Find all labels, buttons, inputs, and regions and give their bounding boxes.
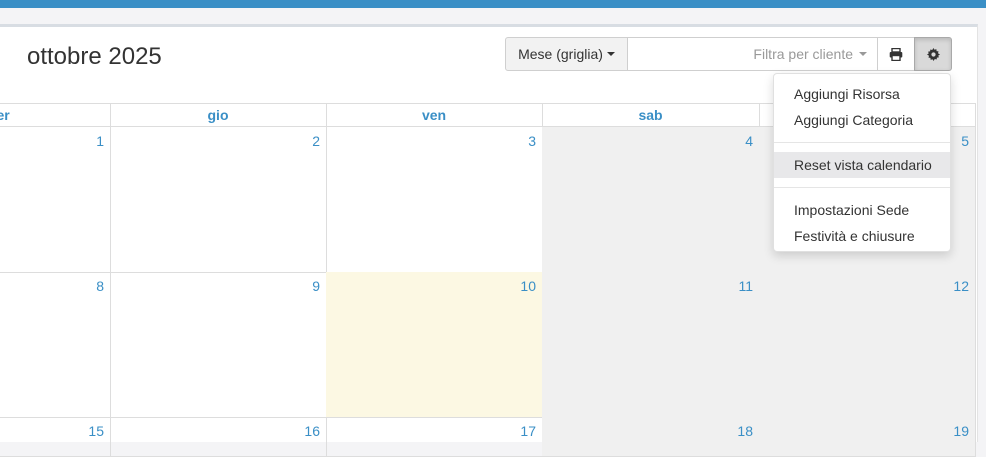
day-number[interactable]: 12 [953,278,969,294]
day-header-wed: mer [0,103,111,127]
day-number[interactable]: 5 [961,133,969,149]
client-filter-select[interactable]: Filtra per cliente [627,37,878,71]
day-cell[interactable]: 2 [110,127,327,273]
day-number[interactable]: 11 [738,278,753,294]
day-cell[interactable]: 18 [542,417,760,457]
caret-down-icon [859,52,867,56]
day-cell[interactable]: 1 [0,127,111,273]
menu-item-add-resource[interactable]: Aggiungi Risorsa [774,81,950,107]
day-number[interactable]: 4 [745,133,753,149]
day-cell[interactable]: 16 [110,417,327,457]
caret-down-icon [606,52,615,56]
settings-dropdown-menu: Aggiungi Risorsa Aggiungi Categoria Rese… [773,73,951,252]
day-header-sat: sab [542,103,760,127]
day-cell[interactable]: 12 [759,272,976,418]
print-icon [889,47,903,61]
day-cell[interactable]: 11 [542,272,760,418]
menu-item-add-category[interactable]: Aggiungi Categoria [774,107,950,133]
day-number[interactable]: 18 [737,423,753,439]
day-number[interactable]: 10 [520,278,536,294]
day-cell-today[interactable]: 10 [326,272,543,418]
menu-divider [774,187,950,188]
day-number[interactable]: 16 [304,423,320,439]
day-cell[interactable]: 19 [759,417,976,457]
print-button[interactable] [877,37,915,71]
day-number[interactable]: 1 [96,133,104,149]
top-accent-bar [0,0,986,8]
settings-button[interactable] [914,37,952,71]
view-mode-label: Mese (griglia) [518,46,603,62]
day-number[interactable]: 17 [520,423,536,439]
page-title: ottobre 2025 [27,43,162,70]
day-header-thu: gio [110,103,327,127]
day-number[interactable]: 9 [312,278,320,294]
day-number[interactable]: 19 [953,423,969,439]
day-number[interactable]: 3 [528,133,536,149]
client-filter-placeholder: Filtra per cliente [753,46,853,62]
day-cell[interactable]: 4 [542,127,760,273]
day-number[interactable]: 8 [96,278,104,294]
gear-icon [926,47,940,61]
day-cell[interactable]: 3 [326,127,543,273]
view-mode-button[interactable]: Mese (griglia) [505,37,628,71]
day-cell[interactable]: 15 [0,417,111,457]
menu-item-site-settings[interactable]: Impostazioni Sede [774,197,950,223]
menu-divider [774,142,950,143]
menu-item-reset-view[interactable]: Reset vista calendario [774,152,950,178]
menu-item-holidays[interactable]: Festività e chiusure [774,223,950,249]
day-number[interactable]: 15 [88,423,104,439]
day-cell[interactable]: 17 [326,417,543,457]
day-cell[interactable]: 9 [110,272,327,418]
day-cell[interactable]: 8 [0,272,111,418]
day-header-fri: ven [326,103,543,127]
day-number[interactable]: 2 [312,133,320,149]
